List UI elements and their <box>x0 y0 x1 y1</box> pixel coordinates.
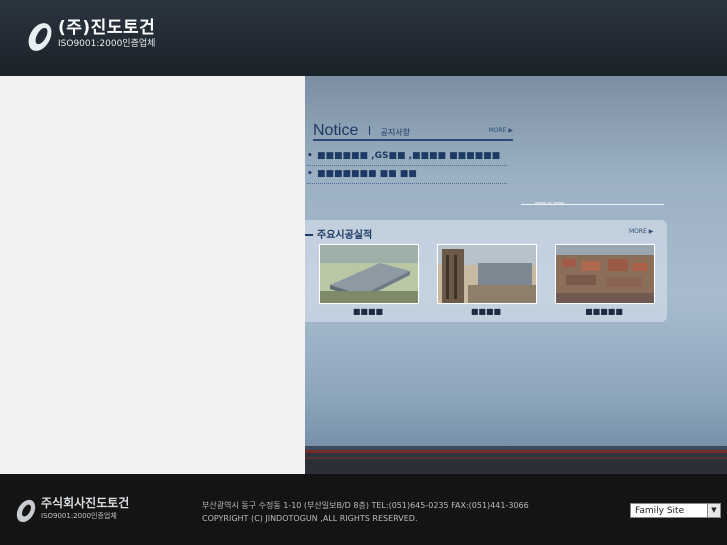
notice-title: Notice <box>313 122 359 139</box>
footer-logo: 주식회사진도토건 ISO9001:2000인증업체 <box>16 496 129 528</box>
notice-subtitle: 공지사항 <box>380 128 410 137</box>
footer-company-name: 주식회사진도토건 <box>41 496 130 510</box>
notice-list: ■■■■■■ ,GS■■ ,■■■■ ■■■■■■ ■■■■■■■ ■■ ■■ <box>307 148 507 184</box>
project-thumbnail-1[interactable] <box>319 244 419 304</box>
project-thumbnail-3[interactable] <box>555 244 655 304</box>
projects-section: 주요시공실적 MORE ▶ ■■■■ ■■■■ ■■■■■ <box>305 220 667 322</box>
project-label-1: ■■■■ <box>352 307 384 316</box>
projects-title: 주요시공실적 <box>305 226 372 241</box>
notice-item[interactable]: ■■■■■■■ ■■ ■■ <box>307 166 507 184</box>
company-logo[interactable]: (주)진도토건 ISO9001:2000인증업체 <box>28 18 155 58</box>
footer-certification: ISO9001:2000인증업체 <box>41 512 117 520</box>
footer-address: 부산광역시 동구 수정동 1-10 (부산일보B/D 8층) TEL:(051)… <box>202 499 529 525</box>
side-link[interactable]: ━━━ ━ ━━━ <box>535 200 564 207</box>
family-site-value: Family Site <box>635 506 685 516</box>
address-line: 부산광역시 동구 수정동 1-10 (부산일보B/D 8층) TEL:(051)… <box>202 501 529 510</box>
logo-mark-icon <box>28 18 54 58</box>
notice-more-link[interactable]: MORE ▶ <box>489 127 513 134</box>
notice-item[interactable]: ■■■■■■ ,GS■■ ,■■■■ ■■■■■■ <box>307 148 507 166</box>
notice-divider <box>369 126 371 135</box>
notice-underline <box>313 139 513 141</box>
left-content-panel <box>0 76 305 474</box>
family-site-select[interactable]: Family Site ▼ <box>630 503 721 518</box>
project-label-2: ■■■■ <box>470 307 502 316</box>
main-visual: Notice 공지사항 MORE ▶ ■■■■■■ ,GS■■ ,■■■■ ■■… <box>0 76 727 474</box>
project-thumbnail-2[interactable] <box>437 244 537 304</box>
projects-more-link[interactable]: MORE ▶ <box>629 228 653 235</box>
footer-logo-mark-icon <box>16 496 38 528</box>
site-footer: 주식회사진도토건 ISO9001:2000인증업체 부산광역시 동구 수정동 1… <box>0 474 727 545</box>
company-name: (주)진도토건 <box>58 18 156 38</box>
site-header: (주)진도토건 ISO9001:2000인증업체 <box>0 0 727 76</box>
project-label-3: ■■■■■ <box>585 307 623 316</box>
notice-section: Notice 공지사항 MORE ▶ ■■■■■■ ,GS■■ ,■■■■ ■■… <box>307 120 513 184</box>
chevron-down-icon[interactable]: ▼ <box>707 504 720 517</box>
copyright-line: COPYRIGHT (C) JINDOTOGUN ,ALL RIGHTS RES… <box>202 514 418 523</box>
decorative-stripes <box>305 446 727 474</box>
certification-text: ISO9001:2000인증업체 <box>58 39 156 49</box>
